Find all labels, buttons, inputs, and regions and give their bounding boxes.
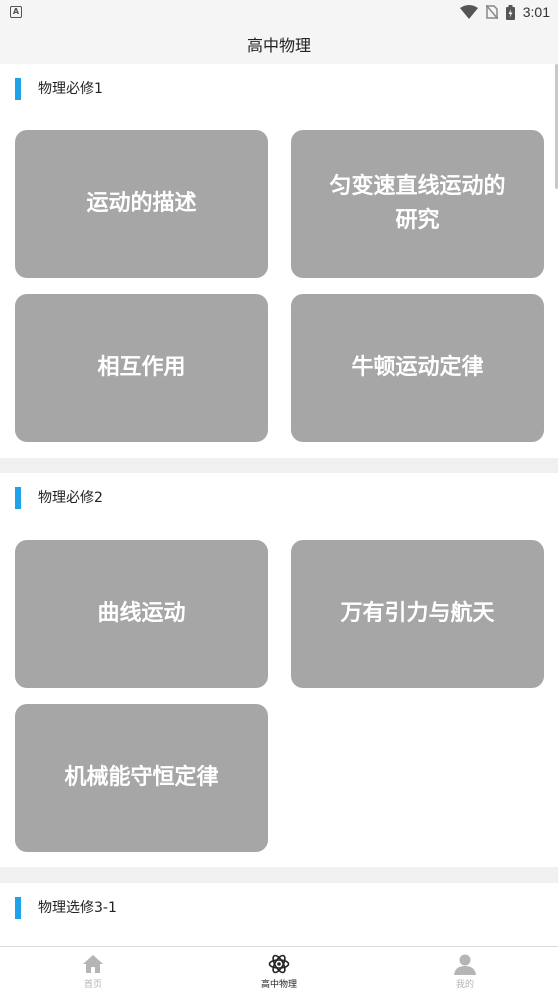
page-title: 高中物理 [246,36,311,55]
section-physics-required-2: 物理必修2 曲线运动 万有引力与航天 机械能守恒定律 [0,473,558,867]
section-header: 物理选修3-1 [0,883,558,933]
chapter-card[interactable]: 匀变速直线运动的研究 [291,130,544,278]
section-accent-bar [15,78,21,100]
chapter-card-label: 曲线运动 [97,601,186,626]
tab-label: 我的 [455,980,474,990]
chapter-card[interactable]: 运动的描述 [15,130,268,278]
chapter-card-label: 运动的描述 [86,191,197,216]
tab-label: 高中物理 [260,980,297,990]
chapter-card-label: 牛顿运动定律 [351,355,484,380]
tab-home[interactable]: 首页 [0,947,186,993]
bottom-tab-bar: 首页 高中物理 我的 [0,946,558,993]
tab-mine[interactable]: 我的 [372,947,558,993]
status-icons: 3:01 [459,3,550,21]
section-physics-required-1: 物理必修1 运动的描述 匀变速直线运动的研究 相互作用 牛顿运动定律 [0,64,558,458]
section-accent-bar [15,897,21,919]
home-icon [82,953,104,975]
chapter-card[interactable]: 机械能守恒定律 [15,704,268,852]
section-title: 物理必修2 [38,490,103,506]
content-scroll-area[interactable]: 物理必修1 运动的描述 匀变速直线运动的研究 相互作用 牛顿运动定律 物理必修2… [0,64,558,946]
wifi-icon [459,5,478,19]
status-time: 3:01 [522,4,550,20]
no-sim-icon [485,5,498,19]
user-icon [454,953,476,975]
section-title: 物理选修3-1 [38,900,117,916]
chapter-card-label: 匀变速直线运动的研究 [329,174,506,233]
section-header: 物理必修2 [0,473,558,523]
section-accent-bar [15,487,21,509]
notification-icon: A [10,6,22,18]
section-header: 物理必修1 [0,64,558,114]
chapter-card-label: 万有引力与航天 [340,601,495,626]
tab-label: 首页 [83,980,102,990]
battery-icon [505,4,515,20]
section-physics-elective-3-1: 物理选修3-1 [0,883,558,946]
atom-icon [268,953,290,975]
chapter-card-label: 相互作用 [97,355,186,380]
chapter-card-label: 机械能守恒定律 [64,765,219,790]
section-title: 物理必修1 [38,81,103,97]
title-bar: 高中物理 [0,24,558,64]
chapter-card[interactable]: 万有引力与航天 [291,540,544,688]
status-bar: A 3:01 [0,0,558,24]
chapter-card[interactable]: 曲线运动 [15,540,268,688]
chapter-card[interactable]: 相互作用 [15,294,268,442]
tab-high-school-physics[interactable]: 高中物理 [186,947,372,993]
chapter-card[interactable]: 牛顿运动定律 [291,294,544,442]
